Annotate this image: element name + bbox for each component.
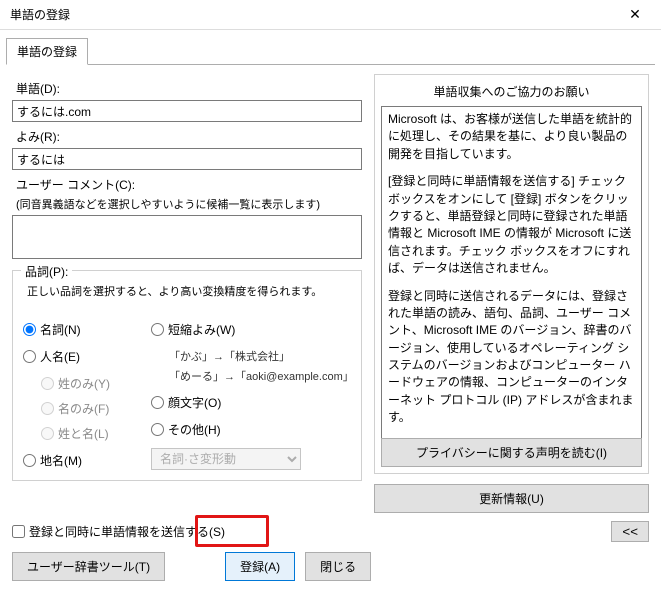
update-info-button[interactable]: 更新情報(U)	[374, 484, 649, 513]
comment-input[interactable]	[12, 215, 362, 259]
titlebar: 単語の登録 ✕	[0, 0, 661, 30]
info-p3: 登録と同時に送信されるデータには、登録された単語の読み、語句、品詞、ユーザー コ…	[388, 288, 635, 427]
radio-tanshuku-label: 短縮よみ(W)	[168, 321, 235, 338]
sonota-combo: 名詞·さ変形動	[151, 448, 301, 470]
close-button[interactable]: 閉じる	[305, 552, 371, 581]
tango-label: 単語(D):	[16, 80, 362, 97]
radio-sei-label: 姓のみ(Y)	[58, 375, 110, 392]
radio-jinmei[interactable]: 人名(E)	[23, 348, 133, 365]
radio-meishi-label: 名詞(N)	[40, 321, 81, 338]
send-info-label: 登録と同時に単語情報を送信する(S)	[29, 523, 225, 540]
collapse-button[interactable]: <<	[611, 521, 649, 542]
info-textarea[interactable]: Microsoft は、お客様が送信した単語を統計的に処理し、その結果を基に、よ…	[381, 106, 642, 446]
window-title: 単語の登録	[10, 6, 70, 23]
register-button[interactable]: 登録(A)	[225, 552, 295, 581]
radio-meishi[interactable]: 名詞(N)	[23, 321, 133, 338]
hinshi-group: 品詞(P): 正しい品詞を選択すると、より高い変換精度を得られます。 名詞(N)…	[12, 270, 362, 481]
radio-seimei: 姓と名(L)	[41, 425, 133, 442]
close-icon[interactable]: ✕	[615, 0, 655, 30]
info-p1: Microsoft は、お客様が送信した単語を統計的に処理し、その結果を基に、よ…	[388, 111, 635, 163]
comment-hint: (同音異義語などを選択しやすいように候補一覧に表示します)	[16, 196, 362, 212]
collection-title: 単語収集へのご協力のお願い	[381, 83, 642, 100]
hinshi-group-label: 品詞(P):	[21, 263, 72, 280]
yomi-label: よみ(R):	[16, 128, 362, 145]
example-1: 「かぶ」→「株式会社」	[169, 348, 351, 364]
radio-sonota-label: その他(H)	[168, 421, 221, 438]
radio-sei: 姓のみ(Y)	[41, 375, 133, 392]
tango-input[interactable]	[12, 100, 362, 122]
example-2: 「めーる」→「aoki@example.com」	[169, 368, 351, 384]
radio-kaomoji-label: 顔文字(O)	[168, 394, 221, 411]
radio-jinmei-label: 人名(E)	[40, 348, 80, 365]
radio-chimei-label: 地名(M)	[40, 452, 82, 469]
radio-mei-label: 名のみ(F)	[58, 400, 109, 417]
radio-tanshuku[interactable]: 短縮よみ(W)	[151, 321, 351, 338]
radio-seimei-label: 姓と名(L)	[58, 425, 109, 442]
tab-word-register[interactable]: 単語の登録	[6, 38, 88, 65]
user-dict-tool-button[interactable]: ユーザー辞書ツール(T)	[12, 552, 165, 581]
info-p2: [登録と同時に単語情報を送信する] チェック ボックスをオンにして [登録] ボ…	[388, 173, 635, 277]
send-info-checkbox[interactable]: 登録と同時に単語情報を送信する(S)	[12, 523, 225, 540]
tabstrip: 単語の登録	[0, 30, 661, 65]
radio-sonota[interactable]: その他(H)	[151, 421, 351, 438]
yomi-input[interactable]	[12, 148, 362, 170]
privacy-button[interactable]: プライバシーに関する声明を読む(I)	[381, 438, 642, 467]
comment-label: ユーザー コメント(C):	[16, 176, 362, 193]
radio-chimei[interactable]: 地名(M)	[23, 452, 133, 469]
radio-kaomoji[interactable]: 顔文字(O)	[151, 394, 351, 411]
collection-group: 単語収集へのご協力のお願い Microsoft は、お客様が送信した単語を統計的…	[374, 74, 649, 474]
hinshi-hint: 正しい品詞を選択すると、より高い変換精度を得られます。	[27, 283, 351, 299]
radio-mei: 名のみ(F)	[41, 400, 133, 417]
